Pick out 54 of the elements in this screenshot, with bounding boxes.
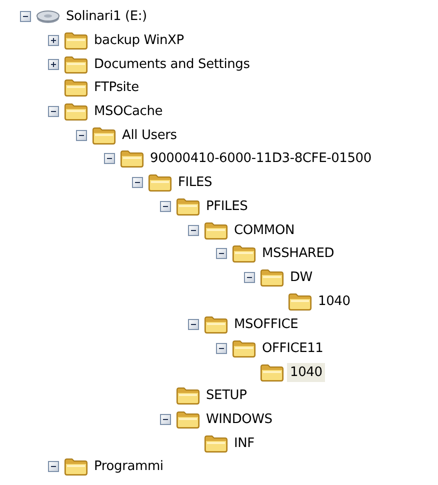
- folder-label[interactable]: 90000410-6000-11D3-8CFE-01500: [147, 149, 374, 168]
- folder-label[interactable]: All Users: [119, 126, 180, 145]
- collapse-toggle[interactable]: [160, 414, 171, 426]
- collapse-toggle[interactable]: [48, 461, 59, 472]
- folder-icon: [64, 54, 88, 74]
- folder-icon: [120, 149, 144, 168]
- folder-label[interactable]: 1040: [315, 292, 354, 311]
- folder-label[interactable]: Documents and Settings: [91, 54, 253, 74]
- folder-icon: [92, 126, 116, 145]
- folder-icon: [260, 268, 284, 287]
- folder-label[interactable]: WINDOWS: [203, 410, 276, 430]
- collapse-toggle[interactable]: [132, 177, 143, 188]
- folder-icon: [148, 173, 172, 192]
- folder-label[interactable]: FTPsite: [91, 78, 142, 98]
- collapse-toggle[interactable]: [188, 319, 199, 330]
- collapse-toggle[interactable]: [76, 130, 87, 141]
- folder-icon: [232, 338, 256, 358]
- folder-icon: [176, 410, 200, 430]
- folder-icon: [64, 457, 88, 476]
- folder-label[interactable]: PFILES: [203, 196, 251, 216]
- folder-label[interactable]: MSOFFICE: [231, 315, 302, 334]
- folder-icon: [204, 315, 228, 334]
- expand-toggle[interactable]: [48, 58, 59, 70]
- folder-label[interactable]: INF: [231, 434, 258, 453]
- collapse-toggle[interactable]: [216, 248, 227, 260]
- collapse-toggle[interactable]: [20, 11, 31, 22]
- folder-label[interactable]: DW: [287, 268, 316, 287]
- folder-label[interactable]: SETUP: [203, 386, 250, 406]
- folder-icon: [232, 244, 256, 264]
- folder-label[interactable]: MSSHARED: [259, 244, 338, 264]
- collapse-toggle[interactable]: [104, 153, 115, 164]
- collapse-toggle[interactable]: [48, 106, 59, 118]
- folder-label[interactable]: MSOCache: [91, 102, 166, 122]
- folder-icon: [204, 220, 228, 240]
- collapse-toggle[interactable]: [244, 272, 255, 283]
- folder-icon: [176, 196, 200, 216]
- folder-label[interactable]: OFFICE11: [259, 338, 326, 358]
- folder-icon: [288, 292, 312, 311]
- collapse-toggle[interactable]: [188, 224, 199, 236]
- folder-label[interactable]: Programmi: [91, 457, 166, 476]
- folder-label[interactable]: Solinari1 (E:): [63, 7, 150, 26]
- folder-icon: [64, 31, 88, 50]
- folder-label[interactable]: 1040: [287, 362, 326, 382]
- folder-label[interactable]: COMMON: [231, 220, 298, 240]
- folder-icon: [64, 102, 88, 122]
- folder-label[interactable]: FILES: [175, 173, 216, 192]
- collapse-toggle[interactable]: [216, 342, 227, 354]
- folder-label[interactable]: backup WinXP: [91, 31, 187, 50]
- folder-icon: [176, 386, 200, 406]
- collapse-toggle[interactable]: [160, 200, 171, 212]
- folder-icon: [260, 362, 284, 382]
- folder-icon: [64, 78, 88, 98]
- folder-icon: [204, 434, 228, 453]
- expand-toggle[interactable]: [48, 35, 59, 46]
